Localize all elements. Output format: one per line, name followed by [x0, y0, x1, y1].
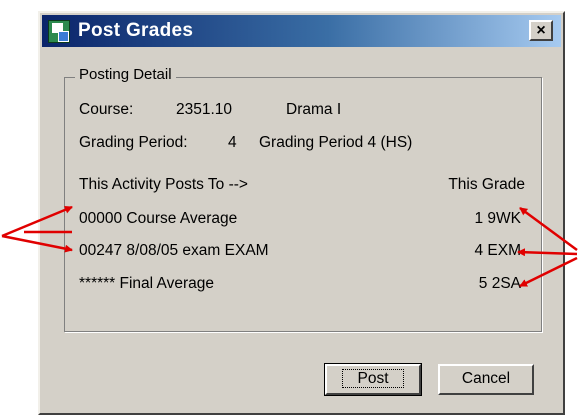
grade-final-average: 5 2SA: [478, 275, 521, 292]
posting-detail-label: Posting Detail: [75, 66, 176, 83]
grade-course-average: 1 9WK: [474, 210, 521, 227]
grading-period-name: Grading Period 4 (HS): [259, 134, 413, 151]
course-number: 2351.10: [176, 101, 233, 118]
post-button[interactable]: Post: [324, 363, 422, 396]
cancel-button[interactable]: Cancel: [438, 364, 534, 395]
grade-exam: 4 EXM: [474, 242, 521, 259]
activity-final-average: ****** Final Average: [79, 275, 214, 292]
post-button-label: Post: [342, 369, 404, 388]
course-name: Drama I: [286, 101, 342, 118]
course-label: Course:: [79, 101, 134, 118]
post-grades-dialog: Post Grades × Posting Detail Course: 235…: [38, 11, 565, 415]
grading-period-number: 4: [228, 134, 237, 151]
activity-course-average: 00000 Course Average: [79, 210, 238, 227]
activity-exam: 00247 8/08/05 exam EXAM: [79, 242, 269, 259]
grade-column-header: This Grade: [448, 176, 525, 193]
posting-detail-group: Posting Detail Course: 2351.10 Drama I G…: [64, 66, 542, 332]
grading-period-label: Grading Period:: [79, 134, 188, 151]
activity-column-header: This Activity Posts To -->: [79, 176, 248, 193]
title-bar[interactable]: Post Grades ×: [42, 15, 561, 47]
close-icon[interactable]: ×: [529, 20, 553, 41]
app-icon: [48, 20, 70, 43]
dialog-title: Post Grades: [78, 20, 194, 41]
